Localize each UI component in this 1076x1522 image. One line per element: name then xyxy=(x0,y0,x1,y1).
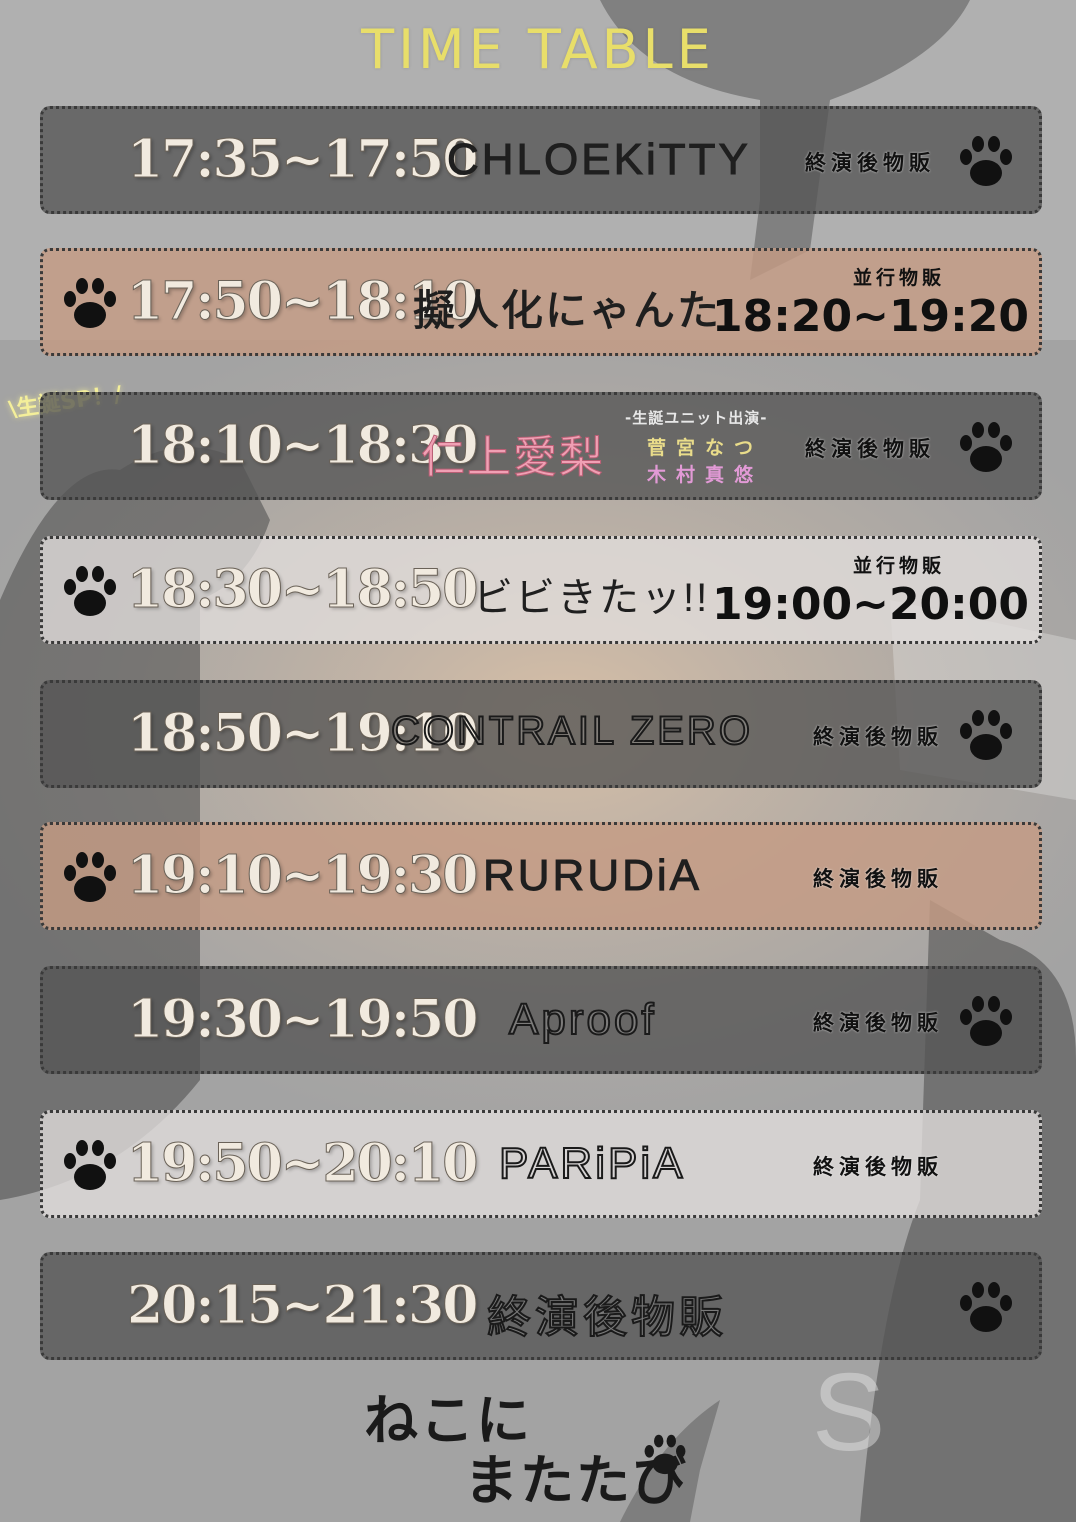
parallel-merch-label: 並行物販 xyxy=(852,555,945,577)
act-name: 終演後物販 xyxy=(486,1292,727,1343)
paw-icon xyxy=(960,422,1012,472)
merch-note: 終演後物販 xyxy=(813,1011,943,1035)
parallel-merch-time: 18:20~19:20 xyxy=(712,291,1029,342)
act-name: Aproof xyxy=(508,994,657,1045)
event-logo: ねこに またたび xyxy=(360,1372,700,1512)
timetable-row: 17:50~18:10 擬人化にゃんた 並行物販 18:20~19:20 xyxy=(40,248,1042,356)
slot-time: 20:15~21:30 xyxy=(126,1275,478,1337)
act-name: ビビきたッ!! xyxy=(473,576,710,620)
act-name: PARiPiA xyxy=(498,1138,686,1189)
slot-time: 19:10~19:30 xyxy=(126,845,478,907)
timetable-row: 19:10~19:30 RURUDiA 終演後物販 xyxy=(40,822,1042,930)
timetable-row: 17:35~17:50 CHLOEKiTTY 終演後物販 xyxy=(40,106,1042,214)
paw-icon xyxy=(64,566,116,616)
timetable-row: 18:50~19:10 CONTRAIL ZERO 終演後物販 xyxy=(40,680,1042,788)
slot-time: 18:30~18:50 xyxy=(126,559,478,621)
timetable-row: 19:30~19:50 Aproof 終演後物販 xyxy=(40,966,1042,1074)
paw-icon xyxy=(960,996,1012,1046)
timetable-row: 20:15~21:30 終演後物販 xyxy=(40,1252,1042,1360)
act-name: CONTRAIL ZERO xyxy=(390,708,753,754)
act-name: 擬人化にゃんた xyxy=(412,287,722,335)
slot-time: 17:35~17:50 xyxy=(126,129,478,191)
timetable-row: 19:50~20:10 PARiPiA 終演後物販 xyxy=(40,1110,1042,1218)
paw-icon xyxy=(960,1282,1012,1332)
page-title: TIME TABLE xyxy=(361,18,715,81)
unit-member: 菅宮なつ xyxy=(647,437,764,459)
act-name: RURUDiA xyxy=(483,851,702,901)
timetable-row: 18:10~18:30 仁上愛梨 -生誕ユニット出演- 菅宮なつ 木村真悠 終演… xyxy=(40,392,1042,500)
paw-icon xyxy=(644,1434,686,1475)
merch-note: 終演後物販 xyxy=(805,151,935,175)
svg-text:S: S xyxy=(812,1351,885,1474)
unit-heading: -生誕ユニット出演- xyxy=(625,409,768,427)
slot-time: 19:50~20:10 xyxy=(126,1133,478,1195)
slot-time: 19:30~19:50 xyxy=(126,989,478,1051)
timetable-row: 18:30~18:50 ビビきたッ!! 並行物販 19:00~20:00 xyxy=(40,536,1042,644)
paw-icon xyxy=(64,1140,116,1190)
merch-note: 終演後物販 xyxy=(813,1155,943,1179)
paw-icon xyxy=(960,710,1012,760)
parallel-merch-time: 19:00~20:00 xyxy=(712,579,1029,630)
merch-note: 終演後物販 xyxy=(813,725,943,749)
merch-note: 終演後物販 xyxy=(813,867,943,891)
unit-member: 木村真悠 xyxy=(647,464,764,486)
paw-icon xyxy=(64,852,116,902)
act-name: CHLOEKiTTY xyxy=(447,135,751,185)
parallel-merch-label: 並行物販 xyxy=(852,267,945,289)
act-name: 仁上愛梨 xyxy=(421,433,605,483)
merch-note: 終演後物販 xyxy=(805,437,935,461)
paw-icon xyxy=(64,278,116,328)
paw-icon xyxy=(960,136,1012,186)
